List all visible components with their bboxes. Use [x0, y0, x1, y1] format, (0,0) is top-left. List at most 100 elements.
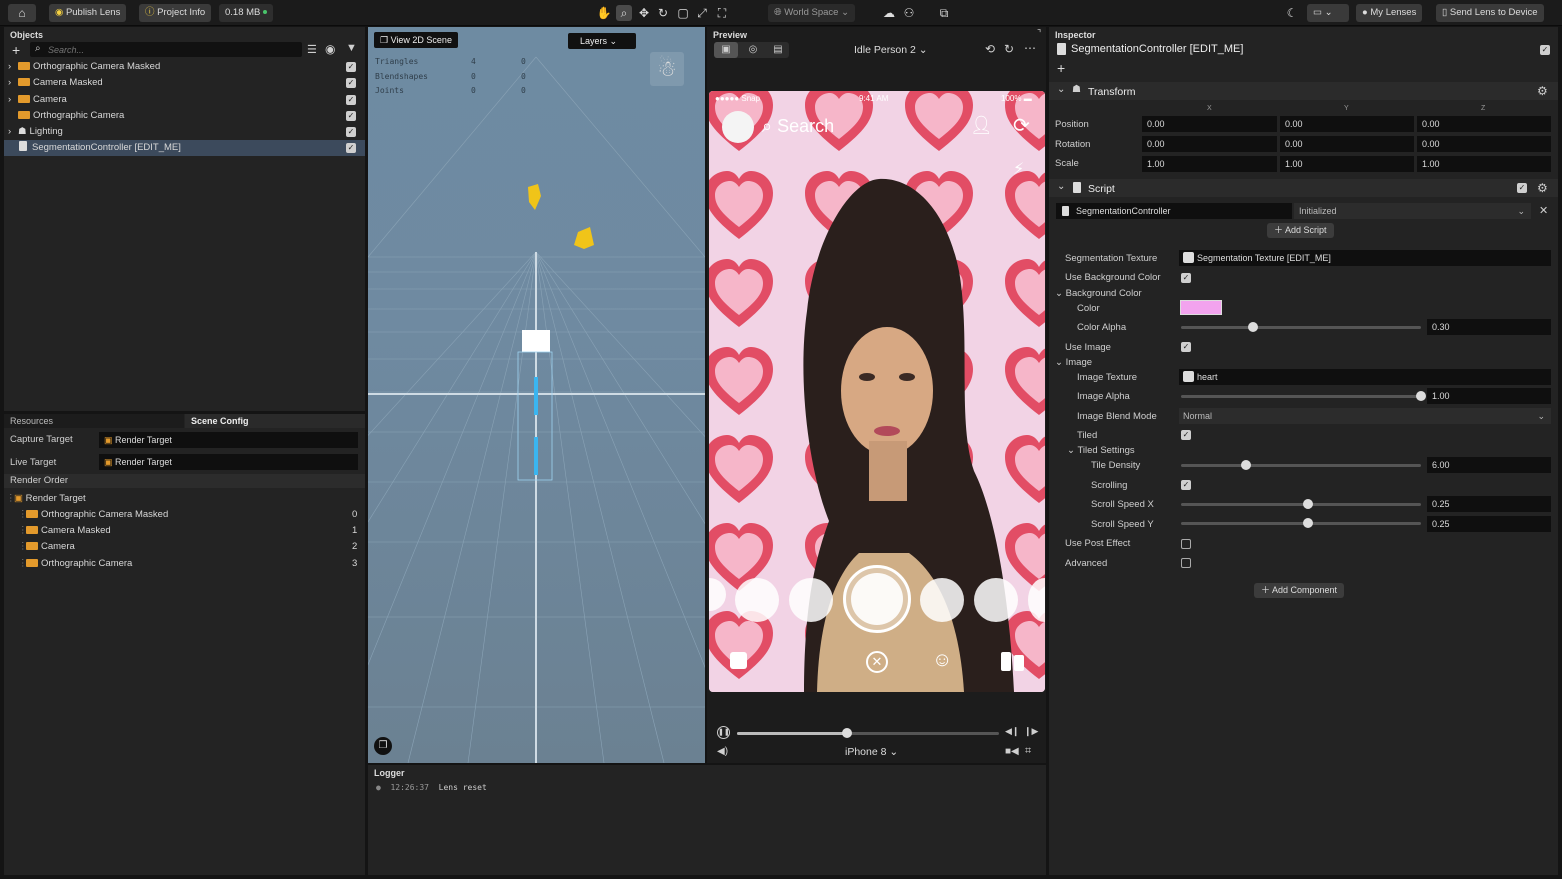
color-alpha-slider[interactable]	[1181, 322, 1421, 332]
gear-icon[interactable]: ⚙	[1537, 181, 1548, 195]
capture-button[interactable]	[843, 565, 911, 633]
pause-icon[interactable]: ❚❚	[717, 726, 730, 739]
position-x-field[interactable]: 0.00	[1142, 116, 1277, 132]
snap-search[interactable]: ⌕ Search	[762, 116, 834, 137]
scale-z-field[interactable]: 1.00	[1417, 156, 1551, 172]
playback-slider[interactable]	[737, 728, 999, 738]
live-target-field[interactable]: ▣ Render Target	[99, 454, 358, 470]
visibility-checkbox[interactable]: ✓	[346, 78, 356, 88]
record-icon[interactable]: ■◀	[1005, 746, 1019, 757]
use-post-effect-checkbox[interactable]	[1181, 539, 1191, 549]
object-row[interactable]: › Camera Masked ✓	[4, 75, 365, 91]
device-dropdown[interactable]: iPhone 8 ⌄	[845, 746, 898, 758]
visibility-checkbox[interactable]: ✓	[346, 127, 356, 137]
project-info-button[interactable]: ⓘ Project Info	[139, 4, 212, 22]
script-event-dropdown[interactable]: Initialized ⌄	[1294, 203, 1531, 219]
add-friend-icon[interactable]: 👤︎	[970, 115, 993, 136]
scroll-speed-x-field[interactable]: 0.25	[1427, 496, 1551, 512]
color-swatch[interactable]	[1180, 300, 1222, 315]
scroll-speed-y-slider[interactable]	[1181, 518, 1421, 528]
rotation-x-field[interactable]: 0.00	[1142, 136, 1277, 152]
tiled-checkbox[interactable]: ✓	[1181, 430, 1191, 440]
object-row[interactable]: › Orthographic Camera Masked ✓	[4, 59, 365, 75]
collapse-arrow-icon[interactable]: ⌄	[1057, 181, 1065, 192]
script-enabled-checkbox[interactable]: ✓	[1517, 183, 1527, 193]
remove-script-icon[interactable]: ✕	[1539, 204, 1548, 217]
step-back-icon[interactable]: ◀❙	[1005, 726, 1019, 737]
publish-lens-button[interactable]: ◉ Publish Lens	[49, 4, 127, 22]
webcam-mode-icon[interactable]: ◎	[741, 42, 765, 58]
rotate-tool-icon[interactable]: ↻	[655, 5, 671, 21]
scroll-speed-x-slider[interactable]	[1181, 499, 1421, 509]
camera-toggle-icon[interactable]: ❐	[374, 737, 392, 755]
world-space-dropdown[interactable]: 🌐︎ World Space ⌄	[768, 4, 856, 22]
reset-icon[interactable]: ↻	[1004, 42, 1014, 56]
more-icon[interactable]: ⋯	[1024, 41, 1036, 55]
view-2d-scene-button[interactable]: ❐ View 2D Scene	[374, 32, 458, 48]
lens-carousel-item[interactable]	[974, 578, 1018, 622]
position-z-field[interactable]: 0.00	[1417, 116, 1551, 132]
script-asset-field[interactable]: SegmentationController	[1056, 203, 1292, 219]
background-color-group[interactable]: ⌄ Background Color	[1055, 288, 1142, 299]
position-y-field[interactable]: 0.00	[1280, 116, 1414, 132]
scrolling-checkbox[interactable]: ✓	[1181, 480, 1191, 490]
scroll-speed-x-knob[interactable]	[1303, 499, 1314, 509]
rect-tool-icon[interactable]: ⤢	[694, 5, 710, 21]
community-icon[interactable]: ☁	[881, 5, 897, 21]
transform-tool-icon[interactable]: ⛶	[714, 5, 730, 21]
add-component-button[interactable]: ＋ Add Component	[1254, 583, 1345, 598]
expand-arrow-icon[interactable]: ›	[8, 75, 11, 91]
moon-icon[interactable]: ☾	[1284, 5, 1300, 21]
render-target-row[interactable]: ⋮ ▣ Render Target	[4, 491, 365, 507]
scroll-speed-y-knob[interactable]	[1303, 518, 1314, 528]
add-icon[interactable]: +	[1057, 60, 1065, 76]
render-order-item[interactable]: ⋮ Camera 2	[4, 539, 365, 555]
object-row-selected[interactable]: SegmentationController [EDIT_ME] ✓	[4, 140, 365, 156]
step-forward-icon[interactable]: ❙▶	[1024, 726, 1038, 737]
gear-icon[interactable]: ⚙	[1537, 84, 1548, 98]
speaker-icon[interactable]: ◀)	[717, 746, 728, 757]
image-alpha-knob[interactable]	[1416, 391, 1426, 401]
scale-y-field[interactable]: 1.00	[1280, 156, 1414, 172]
scene-view[interactable]: ❐ View 2D Scene Layers ⌄ ☃ Triangles 4 0 B…	[368, 27, 705, 763]
visibility-checkbox[interactable]: ✓	[346, 143, 356, 153]
scale-tool-icon[interactable]: ▢	[675, 5, 691, 21]
chat-icon[interactable]	[730, 652, 747, 669]
visibility-checkbox[interactable]: ✓	[346, 95, 356, 105]
video-mode-icon[interactable]: ▤	[766, 42, 790, 58]
object-search-input[interactable]	[48, 42, 298, 57]
panel-corner-icon[interactable]: ⌝	[1037, 28, 1041, 39]
object-row[interactable]: › ☗ Lighting ✓	[4, 124, 365, 140]
object-row[interactable]: Orthographic Camera ✓	[4, 108, 365, 124]
image-blend-mode-dropdown[interactable]: Normal ⌄	[1179, 408, 1551, 424]
visibility-checkbox[interactable]: ✓	[346, 111, 356, 121]
lens-carousel-item[interactable]	[920, 578, 964, 622]
playback-knob[interactable]	[842, 728, 853, 738]
move-tool-icon[interactable]: ✥	[636, 5, 652, 21]
capture-target-field[interactable]: ▣ Render Target	[99, 432, 358, 448]
reload-icon[interactable]: ⟲	[985, 42, 995, 56]
select-tool-icon[interactable]: ⌕	[616, 5, 632, 21]
render-order-item[interactable]: ⋮ Orthographic Camera Masked 0	[4, 507, 365, 523]
add-object-icon[interactable]: +	[12, 42, 20, 58]
use-background-color-checkbox[interactable]: ✓	[1181, 273, 1191, 283]
hand-tool-icon[interactable]: ✋	[596, 5, 612, 21]
close-lens-icon[interactable]: ✕	[866, 651, 888, 673]
stories-icon[interactable]	[1001, 652, 1027, 671]
segmentation-texture-field[interactable]: Segmentation Texture [EDIT_ME]	[1179, 250, 1551, 266]
image-group[interactable]: ⌄ Image	[1055, 357, 1092, 368]
filter-icon[interactable]: ▼	[346, 42, 357, 54]
lens-explorer-icon[interactable]: ☺	[932, 649, 952, 672]
send-lens-button[interactable]: ▯ Send Lens to Device	[1436, 4, 1544, 22]
script-header[interactable]: ⌄ Script ✓ ⚙	[1049, 179, 1558, 197]
eye-icon[interactable]: ◉	[325, 42, 335, 56]
crop-icon[interactable]: ⧉	[936, 5, 952, 21]
flash-icon[interactable]: ⚡︎	[1013, 159, 1024, 179]
scale-x-field[interactable]: 1.00	[1142, 156, 1277, 172]
tab-scene-config[interactable]: Scene Config	[185, 414, 365, 428]
render-order-item[interactable]: ⋮ Orthographic Camera 3	[4, 556, 365, 572]
person-dropdown[interactable]: Idle Person 2 ⌄	[854, 44, 928, 56]
list-view-icon[interactable]: ☰	[307, 43, 317, 56]
people-icon[interactable]: ⚇	[901, 5, 917, 21]
object-enabled-checkbox[interactable]: ✓	[1540, 45, 1550, 55]
